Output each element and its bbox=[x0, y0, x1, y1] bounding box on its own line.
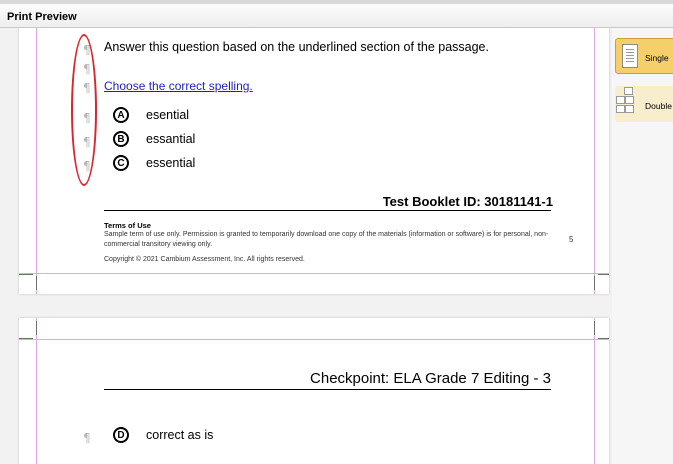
margin-guide-top bbox=[19, 339, 609, 340]
crop-mark bbox=[36, 321, 37, 335]
double-page-icon bbox=[616, 87, 644, 121]
annotation-ellipse bbox=[71, 34, 97, 186]
crop-mark bbox=[598, 274, 609, 275]
page-number: 5 bbox=[569, 235, 574, 244]
option-letter: C bbox=[113, 155, 129, 171]
terms-body: Sample term of use only. Permission is g… bbox=[104, 231, 549, 248]
option-letter: B bbox=[113, 131, 129, 147]
window-title: Print Preview bbox=[7, 11, 77, 23]
option-text: essential bbox=[146, 156, 196, 170]
question-text: Answer this question based on the underl… bbox=[104, 40, 489, 54]
paragraph-mark: ¶ bbox=[83, 431, 91, 445]
crop-mark bbox=[594, 321, 595, 335]
crop-mark bbox=[594, 276, 595, 290]
footer-rule bbox=[104, 210, 551, 211]
option-text: essantial bbox=[146, 132, 196, 146]
double-page-view-button[interactable]: Double bbox=[615, 86, 673, 122]
preview-viewport[interactable]: ¶ ¶ ¶ ¶ ¶ ¶ Answer this question based o… bbox=[0, 28, 612, 464]
page-header: Checkpoint: ELA Grade 7 Editing - 3 bbox=[310, 370, 551, 387]
booklet-id: Test Booklet ID: 30181141-1 bbox=[382, 194, 553, 209]
option-text: correct as is bbox=[146, 428, 214, 442]
single-view-label: Single bbox=[645, 53, 669, 63]
double-view-label: Double bbox=[645, 101, 672, 111]
preview-page-2: Checkpoint: ELA Grade 7 Editing - 3 ¶ D … bbox=[19, 318, 609, 464]
option-text: esential bbox=[146, 108, 190, 122]
crop-mark bbox=[19, 274, 33, 275]
option-letter: D bbox=[113, 427, 129, 443]
single-page-view-button[interactable]: Single bbox=[615, 38, 673, 74]
margin-guide-left bbox=[36, 28, 37, 294]
single-page-icon bbox=[622, 44, 638, 68]
margin-guide-bottom bbox=[19, 273, 609, 274]
header-rule bbox=[104, 389, 551, 390]
copyright: Copyright © 2021 Cambium Assessment, Inc… bbox=[104, 256, 305, 263]
title-bar: Print Preview bbox=[0, 0, 673, 28]
view-mode-sidebar: Single Double bbox=[612, 28, 673, 464]
prompt-link[interactable]: Choose the correct spelling. bbox=[104, 79, 253, 93]
top-border bbox=[0, 0, 673, 4]
crop-mark bbox=[598, 338, 609, 339]
option-letter: A bbox=[113, 107, 129, 123]
crop-mark bbox=[36, 276, 37, 290]
preview-page-1: ¶ ¶ ¶ ¶ ¶ ¶ Answer this question based o… bbox=[19, 28, 609, 294]
crop-mark bbox=[19, 338, 33, 339]
terms-title: Terms of Use bbox=[104, 221, 151, 230]
margin-guide-right bbox=[594, 28, 595, 294]
